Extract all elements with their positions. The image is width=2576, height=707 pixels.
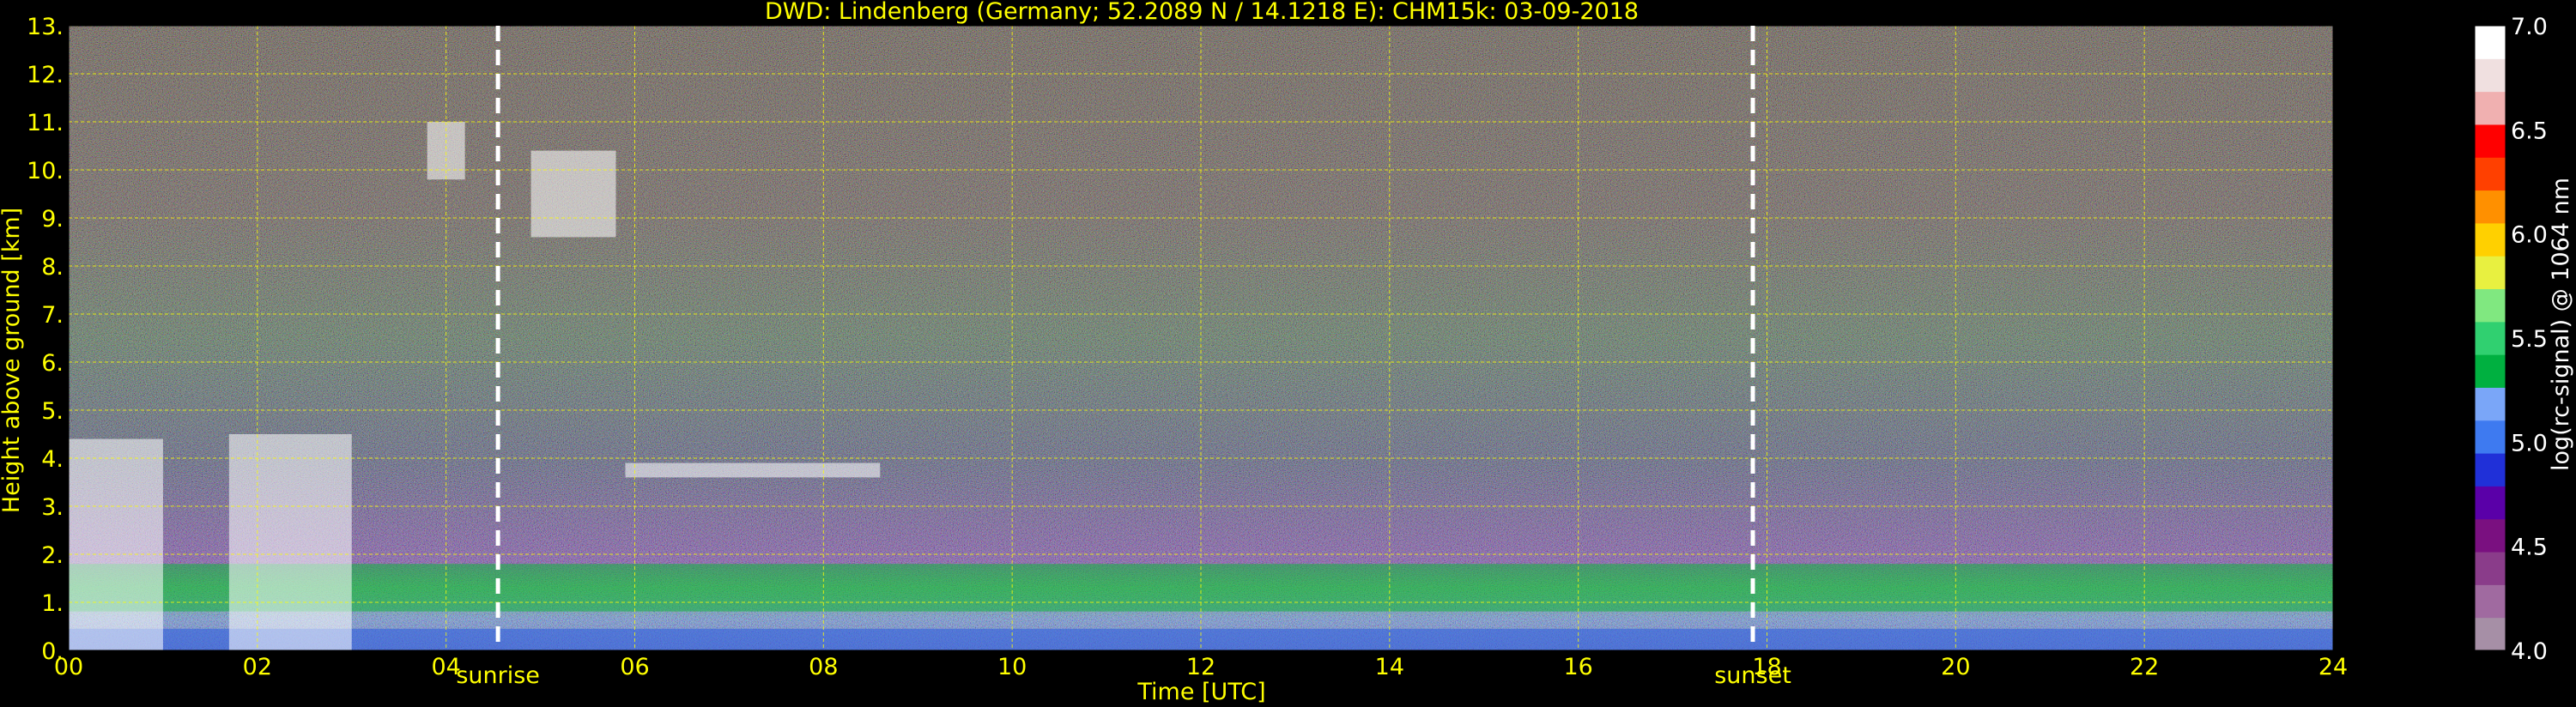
x-tick-label: 02 (243, 654, 272, 680)
colorbar-segment (2475, 288, 2506, 323)
y-tick-label: 1. (41, 590, 64, 617)
colorbar-segment (2475, 486, 2506, 520)
colorbar-segment (2475, 617, 2506, 651)
y-tick-label: 2. (41, 542, 64, 569)
colorbar-segment (2475, 354, 2506, 388)
x-tick-label: 20 (1941, 654, 1970, 680)
x-tick-label: 16 (1563, 654, 1592, 680)
x-tick-label: 10 (997, 654, 1027, 680)
x-axis-label: Time [UTC] (1136, 679, 1265, 705)
cloud-region (69, 438, 163, 650)
colorbar-segment (2475, 91, 2506, 125)
colorbar-segment (2475, 584, 2506, 619)
colorbar-tick-label: 7.0 (2511, 14, 2548, 40)
cloud-region (228, 434, 352, 650)
y-tick-label: 12. (27, 62, 64, 88)
y-tick-label: 11. (27, 110, 64, 136)
colorbar-tick-label: 6.0 (2511, 222, 2548, 249)
colorbar-segment (2475, 26, 2506, 59)
colorbar-tick-label: 4.0 (2511, 638, 2548, 665)
colorbar-tick-label: 6.5 (2511, 118, 2548, 144)
colorbar-segment (2475, 124, 2506, 158)
lidar-chart: sunrise sunset 00 02 04 06 08 10 12 14 16 18 20 22 24… (0, 0, 2574, 705)
y-tick-label: 5. (41, 398, 64, 425)
y-tick-label: 7. (41, 302, 64, 329)
y-tick-label: 8. (41, 254, 64, 281)
colorbar-segment (2475, 58, 2506, 93)
colorbar-segment (2475, 420, 2506, 454)
colorbar-segment (2475, 222, 2506, 257)
y-tick-label: 6. (41, 350, 64, 377)
colorbar-tick-label: 5.5 (2511, 326, 2548, 353)
x-tick-label: 14 (1375, 654, 1404, 680)
cloud-region (530, 150, 616, 238)
y-tick-label: 13. (27, 14, 64, 40)
colorbar-label: log(rc-signal) @ 1064 nm (2548, 178, 2574, 471)
colorbar-segment (2475, 157, 2506, 191)
y-tick-label: 0. (41, 638, 64, 665)
colorbar-segment (2475, 190, 2506, 224)
colorbar-segment (2475, 256, 2506, 290)
y-tick-label: 3. (41, 494, 64, 521)
x-tick-label: 08 (809, 654, 838, 680)
colorbar-segment (2475, 453, 2506, 486)
cloud-region (625, 462, 881, 478)
sunrise-label: sunrise (456, 662, 540, 689)
y-tick-label: 9. (41, 206, 64, 233)
x-tick-label: 06 (620, 654, 649, 680)
x-tick-label: 22 (2130, 654, 2159, 680)
colorbar-segment (2475, 387, 2506, 421)
colorbar-tick-label: 4.5 (2511, 535, 2548, 561)
colorbar-tick-label: 5.0 (2511, 430, 2548, 456)
x-tick-label: 24 (2318, 654, 2348, 680)
chart-title: DWD: Lindenberg (Germany; 52.2089 N / 14… (765, 0, 1639, 25)
x-tick-label: 04 (431, 654, 460, 680)
colorbar-segment (2475, 552, 2506, 585)
colorbar-segment (2475, 321, 2506, 355)
y-tick-label: 10. (27, 158, 64, 184)
y-tick-label: 4. (41, 446, 64, 473)
colorbar-segment (2475, 518, 2506, 553)
x-tick-label: 12 (1186, 654, 1215, 680)
y-axis-label: Height above ground [km] (0, 208, 25, 513)
colorbar: 4.0 4.5 5.0 5.5 6.0 6.5 7.0 (2474, 14, 2548, 665)
x-tick-label: 18 (1752, 654, 1781, 680)
